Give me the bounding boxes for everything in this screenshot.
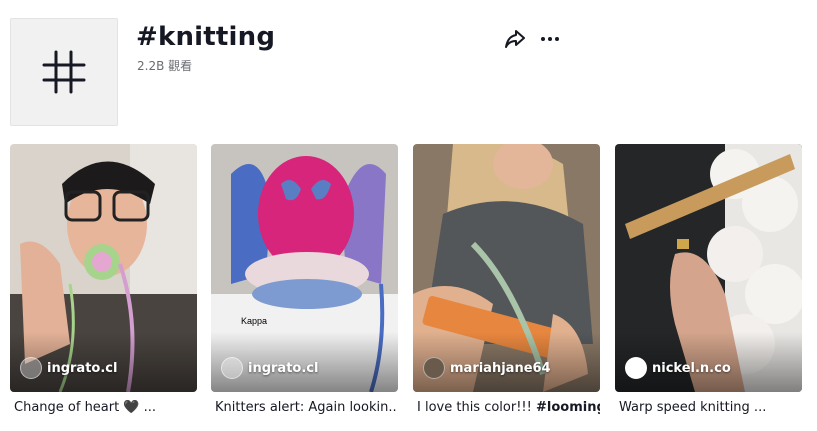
author-name: ingrato.cl (47, 360, 118, 376)
author-name: nickel.n.co (652, 360, 731, 376)
video-thumbnail[interactable]: Kappa ingrato.cl (211, 144, 398, 392)
video-thumbnail[interactable]: nickel.n.co (615, 144, 802, 392)
page-title: #knitting (136, 22, 276, 52)
avatar (625, 357, 647, 379)
video-author[interactable]: ingrato.cl (20, 357, 117, 379)
video-card[interactable]: mariahjane64 I love this color!!! #loomi… (413, 144, 600, 415)
video-card[interactable]: nickel.n.co Warp speed knitting ... (615, 144, 802, 415)
hashtag-header: #knitting 2.2B 觀看 (10, 18, 610, 126)
video-thumbnail[interactable]: ingrato.cl (10, 144, 197, 392)
caption-text: I love this color!!! (417, 400, 536, 415)
author-name: mariahjane64 (450, 360, 551, 376)
hashtag-avatar (10, 18, 118, 126)
video-author[interactable]: nickel.n.co (625, 357, 731, 379)
author-name: ingrato.cl (248, 360, 319, 376)
more-options-button[interactable] (539, 28, 561, 50)
share-button[interactable] (504, 28, 526, 50)
view-count: 2.2B 觀看 (137, 59, 193, 73)
video-grid: ingrato.cl Change of heart 🖤 ... Kappa i… (10, 144, 817, 431)
avatar (221, 357, 243, 379)
video-author[interactable]: mariahjane64 (423, 357, 551, 379)
video-caption[interactable]: Change of heart 🖤 ... (10, 400, 197, 415)
video-caption[interactable]: Knitters alert: Again lookin... (211, 400, 398, 415)
svg-text:Kappa: Kappa (241, 316, 267, 326)
avatar (20, 357, 42, 379)
video-thumbnail[interactable]: mariahjane64 (413, 144, 600, 392)
share-icon (505, 30, 525, 48)
video-card[interactable]: Kappa ingrato.cl Knitters alert: Again l… (211, 144, 398, 415)
video-caption[interactable]: I love this color!!! #looming... (413, 400, 600, 415)
avatar (423, 357, 445, 379)
video-author[interactable]: ingrato.cl (221, 357, 318, 379)
more-icon (541, 37, 559, 41)
video-caption[interactable]: Warp speed knitting ... (615, 400, 802, 415)
video-card[interactable]: ingrato.cl Change of heart 🖤 ... (10, 144, 197, 415)
hashtag-icon (42, 50, 86, 94)
caption-hashtag-link[interactable]: #looming... (536, 400, 600, 415)
